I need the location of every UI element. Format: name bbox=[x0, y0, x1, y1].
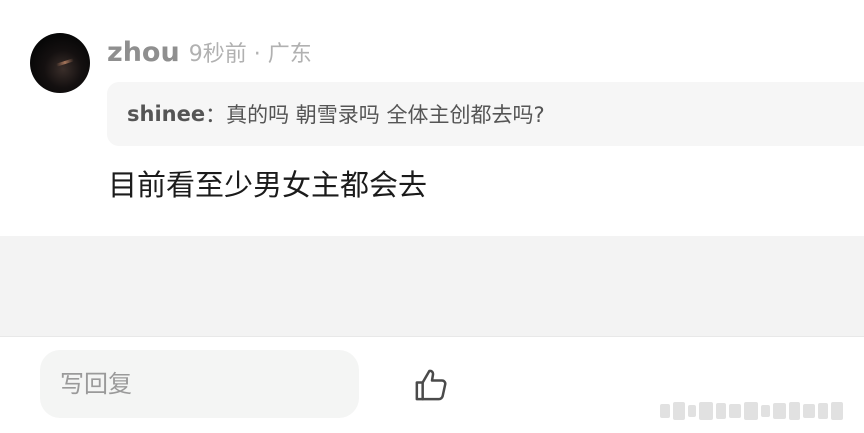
thumbs-up-icon bbox=[415, 369, 447, 401]
quoted-text: 真的吗 朝雪录吗 全体主创都去吗? bbox=[226, 103, 545, 127]
like-button[interactable] bbox=[407, 362, 455, 408]
comment-page: zhou 9秒前 · 广东 shinee ： 真的吗 朝雪录吗 全体主创都去吗?… bbox=[0, 0, 864, 433]
avatar-glint bbox=[55, 58, 75, 67]
comment-card: zhou 9秒前 · 广东 shinee ： 真的吗 朝雪录吗 全体主创都去吗?… bbox=[0, 0, 864, 236]
watermark bbox=[660, 398, 850, 424]
comment-meta: zhou 9秒前 · 广东 bbox=[107, 36, 312, 68]
reply-input[interactable] bbox=[40, 350, 359, 418]
comment-time-location: 9秒前 · 广东 bbox=[188, 42, 312, 67]
reply-bar bbox=[0, 337, 864, 433]
comment-body: 目前看至少男女主都会去 bbox=[108, 168, 428, 202]
quoted-separator: ： bbox=[205, 103, 227, 127]
quoted-comment[interactable]: shinee ： 真的吗 朝雪录吗 全体主创都去吗? bbox=[107, 82, 864, 146]
section-divider bbox=[0, 236, 864, 337]
quoted-author[interactable]: shinee bbox=[127, 102, 205, 126]
username[interactable]: zhou bbox=[107, 37, 180, 68]
avatar[interactable] bbox=[30, 33, 90, 93]
